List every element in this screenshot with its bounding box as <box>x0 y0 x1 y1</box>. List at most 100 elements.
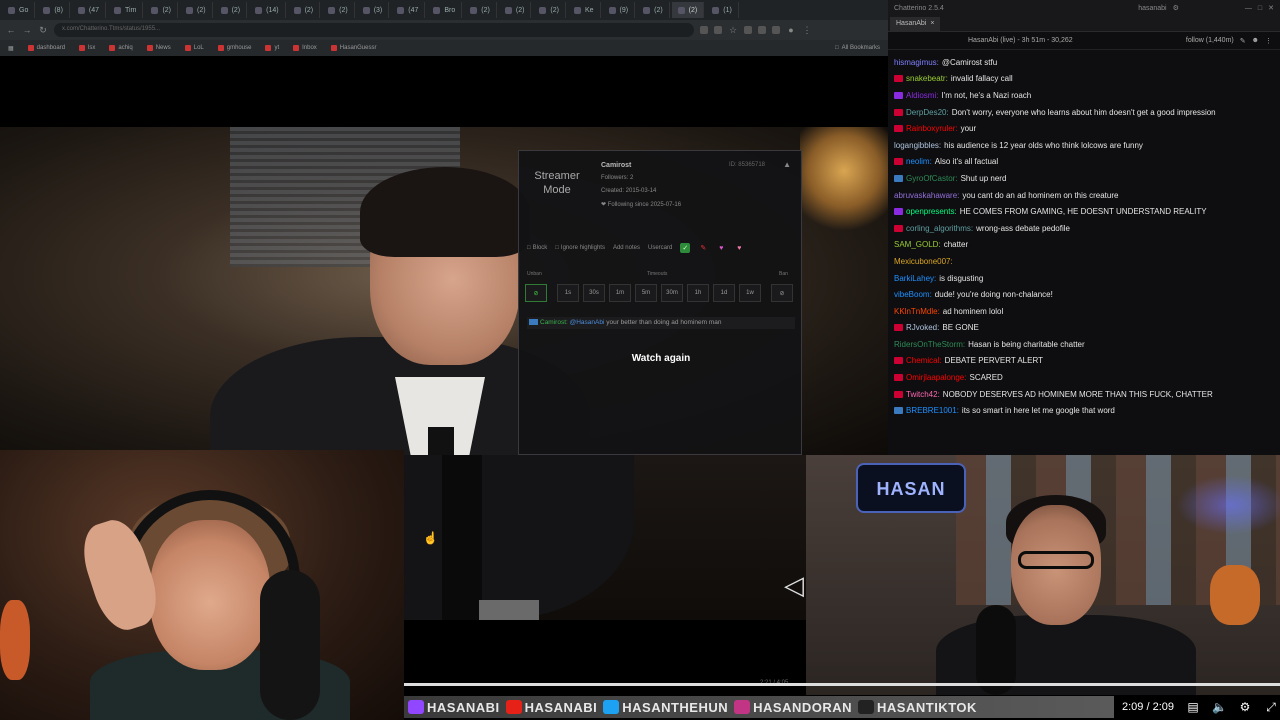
ban-button[interactable]: ⊘ <box>771 284 793 302</box>
paused-video-area[interactable]: ◁ <box>404 455 806 620</box>
usercard-button[interactable]: Usercard <box>648 245 672 251</box>
menu-icon[interactable]: ⋮ <box>802 25 812 36</box>
chat-message[interactable]: hismagimus: @Camirost stfu <box>894 54 1274 71</box>
bookmark-item[interactable]: LoL <box>184 45 204 51</box>
chat-username[interactable]: SAM_GOLD: <box>894 240 941 249</box>
star-icon[interactable]: ☆ <box>728 25 738 36</box>
chat-username[interactable]: Mexicubone007: <box>894 257 953 266</box>
chat-username[interactable]: RJvoked: <box>906 323 939 332</box>
timeout-5m-button[interactable]: 5m <box>635 284 657 302</box>
chat-username[interactable]: BREBRE1001: <box>906 406 959 415</box>
ignore-highlights-checkbox[interactable]: □ Ignore highlights <box>555 245 605 251</box>
chat-message[interactable]: KKlnTnMdle: ad hominem lolol <box>894 303 1274 320</box>
chat-message[interactable]: BREBRE1001: its so smart in here let me g… <box>894 402 1274 419</box>
extension-icon[interactable] <box>714 26 722 34</box>
chat-message[interactable]: Aldiosmi: I'm not, he's a Nazi roach <box>894 87 1274 104</box>
browser-tab[interactable]: (3) <box>357 2 390 18</box>
timeout-1m-button[interactable]: 1m <box>609 284 631 302</box>
browser-tab[interactable]: (9) <box>603 2 636 18</box>
browser-tab[interactable]: (14) <box>249 2 286 18</box>
chat-message[interactable]: snakebeatr: invalid fallacy call <box>894 71 1274 88</box>
browser-tab[interactable]: Bro <box>427 2 463 18</box>
timeout-30s-button[interactable]: 30s <box>583 284 605 302</box>
gear-icon[interactable]: ⚙ <box>1238 700 1252 714</box>
chat-message[interactable]: BarkiLahey: is disgusting <box>894 270 1274 287</box>
maximize-icon[interactable]: □ <box>1258 5 1262 12</box>
browser-tab-active[interactable]: (2) <box>671 2 705 18</box>
chat-username[interactable]: GyroOfCastor: <box>906 174 958 183</box>
pen-icon[interactable]: ✎ <box>1240 37 1246 45</box>
unban-button[interactable]: ⊘ <box>525 284 547 302</box>
chat-username[interactable]: abruvaskahaware: <box>894 191 959 200</box>
browser-tab[interactable]: (2) <box>533 2 566 18</box>
fullscreen-icon[interactable]: ⤢ <box>1264 700 1278 715</box>
bookmark-item[interactable]: yt <box>265 45 279 51</box>
profile-icon[interactable]: ● <box>786 25 796 35</box>
url-field[interactable]: x.com/Chatterino.Ttms/status/1955... <box>54 23 694 37</box>
extension-icon[interactable] <box>772 26 780 34</box>
chat-username[interactable]: Aldiosmi: <box>906 91 938 100</box>
chat-username[interactable]: snakebeatr: <box>906 74 948 83</box>
browser-tab[interactable]: (47 <box>391 2 426 18</box>
browser-tab[interactable]: Go <box>2 2 36 18</box>
browser-tab[interactable]: Ke <box>568 2 601 18</box>
heart-icon[interactable]: ♥ <box>716 243 726 253</box>
timeout-1w-button[interactable]: 1w <box>739 284 761 302</box>
chat-message[interactable]: SAM_GOLD: chatter <box>894 237 1274 254</box>
chat-message[interactable]: Twitch42: NOBODY DESERVES AD HOMINEM MORE… <box>894 386 1274 403</box>
extension-icon[interactable] <box>758 26 766 34</box>
chat-username[interactable]: vibeBoom: <box>894 290 932 299</box>
timeout-1s-button[interactable]: 1s <box>557 284 579 302</box>
pen-icon[interactable]: ✎ <box>698 243 708 253</box>
chat-message[interactable]: Chemical: DEBATE PERVERT ALERT <box>894 353 1274 370</box>
browser-tab[interactable]: (2) <box>145 2 178 18</box>
chat-message[interactable]: openpresents: HE COMES FROM GAMING, HE DO… <box>894 203 1274 220</box>
browser-tab[interactable]: (2) <box>464 2 497 18</box>
chat-message[interactable]: GyroOfCastor: Shut up nerd <box>894 170 1274 187</box>
bookmark-item[interactable]: lsx <box>79 45 95 51</box>
extension-icon[interactable] <box>700 26 708 34</box>
browser-tab[interactable]: (47 <box>72 2 107 18</box>
chat-account[interactable]: hasanabi <box>1138 5 1166 12</box>
chat-username[interactable]: Chemical: <box>906 356 942 365</box>
forward-icon[interactable]: → <box>22 25 32 35</box>
back-icon[interactable]: ← <box>6 25 16 35</box>
progress-bar[interactable] <box>404 683 1280 686</box>
mod-icon[interactable]: ✓ <box>680 243 691 253</box>
gear-icon[interactable]: ⚙ <box>1173 4 1179 12</box>
close-icon[interactable]: ✕ <box>1268 4 1274 12</box>
browser-tab[interactable]: (1) <box>706 2 739 18</box>
bookmark-item[interactable]: Inbox <box>293 45 317 51</box>
browser-tab[interactable]: (8) <box>37 2 70 18</box>
bookmark-item[interactable]: achiq <box>109 45 133 51</box>
chat-username[interactable]: BarkiLahey: <box>894 274 936 283</box>
browser-tab[interactable]: (2) <box>288 2 321 18</box>
chat-message[interactable]: Mexicubone007: <box>894 253 1274 270</box>
chat-message[interactable]: vibeBoom: dude! you're doing non-chalance… <box>894 286 1274 303</box>
chat-message[interactable]: corling_algorithms: wrong-ass debate pedo… <box>894 220 1274 237</box>
timeout-1h-button[interactable]: 1h <box>687 284 709 302</box>
next-arrow-icon[interactable]: ◁ <box>784 570 804 601</box>
extension-icon[interactable] <box>744 26 752 34</box>
bookmark-item[interactable]: News <box>146 45 171 51</box>
browser-tab[interactable]: (2) <box>322 2 355 18</box>
users-icon[interactable]: ☻ <box>1252 37 1259 45</box>
more-icon[interactable]: ⋮ <box>1265 37 1272 45</box>
timeout-30m-button[interactable]: 30m <box>661 284 683 302</box>
chat-message[interactable]: Rainboxyruler: your <box>894 120 1274 137</box>
browser-tab[interactable]: Tim <box>108 2 144 18</box>
apps-icon[interactable]: ▦ <box>8 45 14 52</box>
captions-icon[interactable]: ▤ <box>1186 700 1200 714</box>
timeout-1d-button[interactable]: 1d <box>713 284 735 302</box>
all-bookmarks[interactable]: □ All Bookmarks <box>835 45 880 51</box>
chat-username[interactable]: Rainboxyruler: <box>906 124 958 133</box>
chat-username[interactable]: logangibbles: <box>894 141 941 150</box>
chat-tab-hasanabi[interactable]: HasanAbi × <box>890 16 941 31</box>
chat-username[interactable]: openpresents: <box>906 207 957 216</box>
chat-message[interactable]: RJvoked: BE GONE <box>894 320 1274 337</box>
chat-username[interactable]: KKlnTnMdle: <box>894 307 940 316</box>
chat-message[interactable]: DerpDes20: Don't worry, everyone who lear… <box>894 104 1274 121</box>
close-tab-icon[interactable]: × <box>930 20 934 27</box>
chat-username[interactable]: RidersOnTheStorm: <box>894 340 965 349</box>
chat-message[interactable]: neolim: Also it's all factual <box>894 154 1274 171</box>
